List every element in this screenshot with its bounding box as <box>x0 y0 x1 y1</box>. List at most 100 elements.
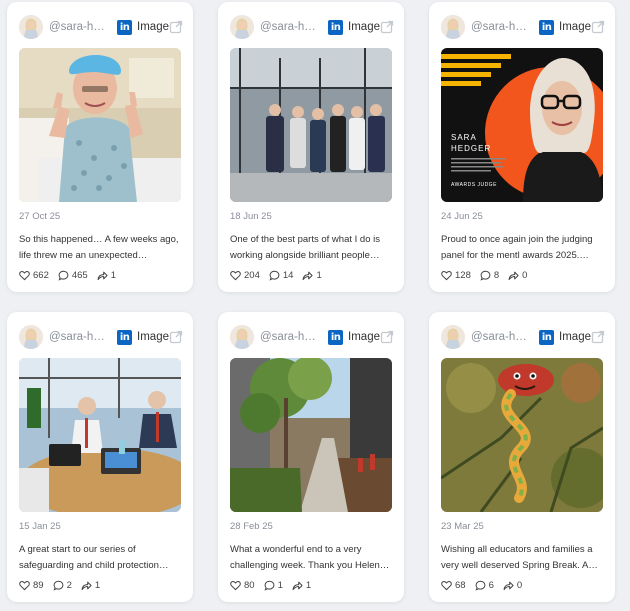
external-link-icon[interactable] <box>591 20 605 34</box>
card-header: @sara-hedger in Image <box>230 324 394 350</box>
post-caption: Wishing all educators and families a ver… <box>441 544 598 571</box>
post-image[interactable] <box>19 358 181 512</box>
comment-icon <box>475 580 486 591</box>
comment-icon <box>58 270 69 281</box>
card-header: @sara-hedger in Image <box>19 14 183 40</box>
likes-count: 662 <box>33 270 49 281</box>
shares-count: 1 <box>94 580 101 591</box>
linkedin-icon: in <box>539 329 555 345</box>
comments-stat: 8 <box>480 270 499 281</box>
shares-count: 0 <box>516 580 523 591</box>
comments-count: 1 <box>277 580 283 591</box>
avatar <box>230 325 254 349</box>
post-image[interactable] <box>230 358 392 512</box>
post-image[interactable] <box>441 358 603 512</box>
share-icon <box>292 580 303 591</box>
likes-stat: 80 <box>230 580 255 591</box>
meeting-room-illustration <box>19 358 181 512</box>
comments-stat: 465 <box>58 270 88 281</box>
post-card[interactable]: @sara-hedger in Image 15 Jan 25 A great … <box>7 312 193 602</box>
card-header: @sara-hedger in Image <box>441 14 605 40</box>
shares-stat: 1 <box>292 580 311 591</box>
photo-name-line2: HEDGER <box>451 144 491 153</box>
likes-count: 68 <box>455 580 466 591</box>
shares-stat: 1 <box>81 580 100 591</box>
post-image[interactable] <box>230 48 392 202</box>
likes-count: 80 <box>244 580 255 591</box>
linkedin-icon: in <box>539 19 555 35</box>
post-type-label: Image <box>348 21 380 33</box>
painted-snake-decoration-illustration <box>441 358 603 512</box>
post-date: 24 Jun 25 <box>441 211 483 222</box>
linkedin-icon: in <box>328 19 344 35</box>
post-type-label: Image <box>559 21 591 33</box>
post-type-label: Image <box>137 331 169 343</box>
post-type-label: Image <box>559 331 591 343</box>
share-icon <box>508 270 519 281</box>
comments-stat: 6 <box>475 580 494 591</box>
photo-name-line1: SARA <box>451 133 477 142</box>
comment-icon <box>480 270 491 281</box>
comment-icon <box>264 580 275 591</box>
linkedin-icon: in <box>117 329 133 345</box>
post-caption: Proud to once again join the judging pan… <box>441 234 593 261</box>
external-link-icon[interactable] <box>169 330 183 344</box>
post-caption: So this happened… A few weeks ago, life … <box>19 234 179 261</box>
likes-stat: 662 <box>19 270 49 281</box>
post-card[interactable]: @sara-hedger in Image 27 Oc <box>7 2 193 292</box>
comments-stat: 14 <box>269 270 294 281</box>
comment-icon <box>269 270 280 281</box>
heart-icon <box>230 270 241 281</box>
comments-stat: 1 <box>264 580 283 591</box>
external-link-icon[interactable] <box>380 330 394 344</box>
engagement-stats: 662 465 1 <box>19 270 125 281</box>
post-date: 15 Jan 25 <box>19 521 61 532</box>
post-card[interactable]: @sara-hedger in Image 28 Feb 25 What a w… <box>218 312 404 602</box>
comments-count: 465 <box>71 270 88 281</box>
share-icon <box>503 580 514 591</box>
awards-judge-graphic: SARA HEDGER AWARDS JUDGE <box>441 48 603 202</box>
likes-stat: 68 <box>441 580 466 591</box>
likes-count: 128 <box>455 270 471 281</box>
share-icon <box>302 270 313 281</box>
external-link-icon[interactable] <box>169 20 183 34</box>
avatar <box>19 325 43 349</box>
comments-count: 14 <box>282 270 294 281</box>
card-header: @sara-hedger in Image <box>441 324 605 350</box>
post-date: 23 Mar 25 <box>441 521 484 532</box>
engagement-stats: 89 2 1 <box>19 580 109 591</box>
shares-count: 1 <box>110 270 117 281</box>
photo-role-text: AWARDS JUDGE <box>451 182 497 188</box>
post-image[interactable] <box>19 48 181 202</box>
engagement-stats: 204 14 1 <box>230 270 331 281</box>
post-caption: A great start to our series of safeguard… <box>19 544 169 571</box>
post-card[interactable]: @sara-hedger in Image 23 Mar 25 Wishing … <box>429 312 615 602</box>
shares-count: 0 <box>522 270 528 281</box>
shares-stat: 1 <box>97 270 116 281</box>
heart-icon <box>19 580 30 591</box>
post-image[interactable]: SARA HEDGER AWARDS JUDGE <box>441 48 603 202</box>
card-header: @sara-hedger in Image <box>19 324 183 350</box>
garden-walkway-illustration <box>230 358 392 512</box>
linkedin-icon: in <box>328 329 344 345</box>
shares-stat: 1 <box>302 270 322 281</box>
external-link-icon[interactable] <box>380 20 394 34</box>
avatar <box>19 15 43 39</box>
heart-icon <box>19 270 30 281</box>
post-date: 28 Feb 25 <box>230 521 273 532</box>
group-photo-illustration <box>230 48 392 202</box>
likes-stat: 128 <box>441 270 471 281</box>
engagement-stats: 128 8 0 <box>441 270 536 281</box>
post-card[interactable]: @sara-hedger in Image 18 Jun 25 On <box>218 2 404 292</box>
comments-stat: 2 <box>53 580 72 591</box>
account-handle: @sara-hedger <box>260 21 319 33</box>
comment-icon <box>53 580 64 591</box>
post-caption: One of the best parts of what I do is wo… <box>230 234 380 261</box>
hospital-selfie-illustration <box>19 48 181 202</box>
post-card[interactable]: @sara-hedger in Image SARA HEDG <box>429 2 615 292</box>
external-link-icon[interactable] <box>591 330 605 344</box>
account-handle: @sara-hedger <box>471 331 530 343</box>
post-type-label: Image <box>348 331 380 343</box>
account-handle: @sara-hedger <box>49 21 108 33</box>
shares-count: 1 <box>305 580 312 591</box>
